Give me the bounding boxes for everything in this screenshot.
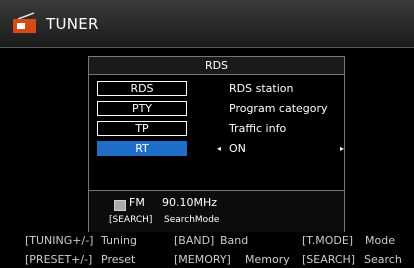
page-title: TUNER [46, 15, 99, 33]
option-tp-description: Traffic info [229, 122, 287, 135]
guide-tuning-key: [TUNING+/-] [25, 234, 94, 247]
left-arrow-icon[interactable]: ◂ [217, 144, 221, 153]
guide-search-label: Search [364, 253, 402, 266]
top-bar: TUNER [0, 0, 414, 48]
band-label: FM [129, 196, 145, 209]
guide-preset-label: Preset [101, 253, 136, 266]
radio-icon [13, 12, 36, 33]
search-mode-label: SearchMode [164, 215, 220, 225]
guide-tmode-label: Mode [365, 234, 395, 247]
option-rds[interactable]: RDS [97, 81, 187, 96]
option-rt[interactable]: RT [97, 141, 187, 156]
option-rt-value[interactable]: ON [229, 142, 246, 155]
guide-band-key: [BAND] [174, 234, 215, 247]
band-icon [114, 200, 126, 211]
guide-memory-key: [MEMORY] [174, 253, 231, 266]
dialog-status-bar: FM 90.10MHz [SEARCH] SearchMode [89, 190, 344, 232]
guide-tuning-label: Tuning [101, 234, 138, 247]
option-rds-description: RDS station [229, 82, 294, 95]
rds-dialog: RDS RDS RDS station PTY Program category… [88, 56, 345, 232]
frequency-label: 90.10MHz [162, 196, 218, 209]
guide-band-label: Band [220, 234, 249, 247]
guide-memory-label: Memory [245, 253, 290, 266]
guide-search-key: [SEARCH] [302, 253, 356, 266]
guide-tmode-key: [T.MODE] [302, 234, 354, 247]
search-key: [SEARCH] [109, 215, 153, 225]
dialog-title: RDS [89, 57, 344, 75]
option-pty[interactable]: PTY [97, 101, 187, 116]
option-pty-description: Program category [229, 102, 328, 115]
right-arrow-icon[interactable]: ▸ [340, 144, 344, 153]
guide-preset-key: [PRESET+/-] [25, 253, 93, 266]
option-tp[interactable]: TP [97, 121, 187, 136]
